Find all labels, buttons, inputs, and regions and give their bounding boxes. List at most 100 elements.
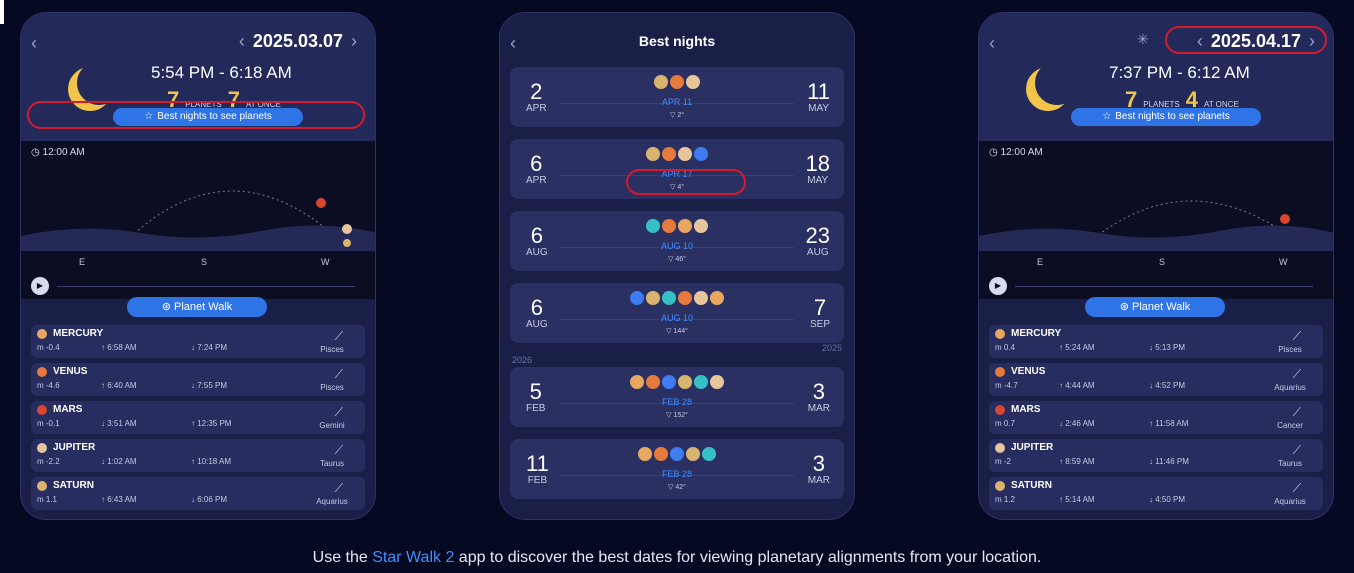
planet-icon	[694, 290, 708, 305]
compass-south: S	[1159, 257, 1166, 267]
planet-icon	[678, 146, 692, 161]
end-month: MAR	[807, 403, 830, 414]
planet-magnitude: m -4.6	[37, 381, 60, 390]
star-walk-link[interactable]: Star Walk 2	[372, 549, 454, 566]
best-night-card[interactable]: 11 FEB FEB 28 ▽ 42° 3 MAR	[510, 439, 844, 499]
planet-icon	[37, 367, 47, 377]
planet-row-venus[interactable]: VENUS m -4.7 ↑ 4:44 AM ↓ 4:52 PM ⟋ Aquarius	[989, 363, 1323, 396]
planet-icon	[710, 374, 724, 389]
planet-list: MERCURY m 0.4 ↑ 5:24 AM ↓ 5:13 PM ⟋ Pisces VEN…	[989, 325, 1323, 515]
planet-constellation: Aquarius	[316, 497, 348, 506]
constellation-icon: ⟋	[1292, 329, 1301, 343]
planet-row-saturn[interactable]: SATURN m 1.2 ↑ 5:14 AM ↓ 4:50 PM ⟋ Aquarius	[989, 477, 1323, 510]
planet-row-mars[interactable]: MARS m 0.7 ↓ 2:46 AM ↑ 11:58 AM ⟋ Cancer	[989, 401, 1323, 434]
planet-name: MARS	[53, 404, 83, 415]
slider-track[interactable]	[57, 286, 355, 287]
planet-row-venus[interactable]: VENUS m -4.6 ↑ 6:40 AM ↓ 7:55 PM ⟋ Pisces	[31, 363, 365, 396]
saturn-dot[interactable]	[343, 239, 351, 247]
planet-row-saturn[interactable]: SATURN m 1.1 ↑ 6:43 AM ↓ 6:06 PM ⟋ Aquarius	[31, 477, 365, 510]
planet-rise-time: ↑ 6:43 AM	[101, 495, 137, 504]
planet-set-time: ↓ 11:46 PM	[1149, 457, 1189, 466]
planet-icon	[710, 290, 724, 305]
time-slider[interactable]: ▶	[979, 273, 1333, 299]
peak-date: AUG 10	[660, 241, 693, 251]
planet-walk-button[interactable]: ⊛ Planet Walk	[1085, 297, 1225, 317]
highlight-box	[1165, 26, 1327, 54]
alignment-angle: ▽ 152°	[666, 412, 688, 419]
best-night-card[interactable]: 6 AUG AUG 10 ▽ 46° 23 AUG	[510, 211, 844, 271]
slider-track[interactable]	[1015, 286, 1313, 287]
compass-east: E	[79, 257, 86, 267]
planet-icon	[995, 367, 1005, 377]
mars-dot[interactable]	[316, 198, 326, 208]
highlight-box	[27, 101, 365, 129]
constellation-icon: ⟋	[334, 443, 343, 457]
constellation-icon[interactable]: ✳	[1137, 31, 1149, 48]
sky-arc	[21, 190, 375, 251]
planet-icon	[662, 218, 676, 233]
best-night-card[interactable]: 6 AUG AUG 10 ▽ 144° 7 SEP	[510, 283, 844, 343]
alignment-angle: ▽ 46°	[668, 256, 686, 263]
planet-icon	[686, 446, 700, 461]
planet-walk-button[interactable]: ⊛ Planet Walk	[127, 297, 267, 317]
constellation-icon: ⟋	[1292, 367, 1301, 381]
alignment-angle: ▽ 2°	[669, 112, 685, 119]
year-label-2025: 2025	[821, 343, 842, 353]
planet-magnitude: m 0.4	[995, 343, 1016, 352]
time-slider[interactable]: ▶	[21, 273, 375, 299]
planet-icon	[995, 405, 1005, 415]
sky-view[interactable]: ◷ 12:00 AM	[979, 141, 1333, 251]
planet-rise-time: ↓ 1:02 AM	[101, 457, 137, 466]
planet-rise-time: ↑ 5:24 AM	[1059, 343, 1095, 352]
compass-east: E	[1037, 257, 1044, 267]
planet-icon	[638, 446, 652, 461]
mars-dot[interactable]	[1280, 214, 1290, 224]
planet-set-time: ↓ 5:13 PM	[1149, 343, 1186, 352]
compass-west: W	[1279, 257, 1288, 267]
back-icon[interactable]: ‹	[989, 33, 995, 54]
play-icon[interactable]: ▶	[31, 277, 49, 295]
screen-title: Best nights	[638, 33, 716, 49]
walk-icon: ⊛	[1119, 301, 1129, 313]
date-selector[interactable]: ‹ 2025.03.07 ›	[239, 31, 357, 52]
planet-name: JUPITER	[1011, 442, 1054, 453]
planet-icon	[995, 443, 1005, 453]
planet-row-mercury[interactable]: MERCURY m 0.4 ↑ 5:24 AM ↓ 5:13 PM ⟋ Pisces	[989, 325, 1323, 358]
corner-marker	[0, 0, 4, 24]
planet-row-jupiter[interactable]: JUPITER m -2.2 ↓ 1:02 AM ↑ 10:18 AM ⟋ Taurus	[31, 439, 365, 472]
back-icon[interactable]: ‹	[31, 33, 37, 54]
best-night-card[interactable]: 2 APR APR 11 ▽ 2° 11 MAY	[510, 67, 844, 127]
planet-magnitude: m 1.2	[995, 495, 1016, 504]
planet-icon	[686, 74, 700, 89]
end-month: MAY	[808, 103, 830, 114]
planet-icon	[694, 218, 708, 233]
planet-icons	[510, 445, 844, 463]
planet-row-mars[interactable]: MARS m -0.1 ↓ 3:51 AM ↑ 12:35 PM ⟋ Gemini	[31, 401, 365, 434]
planet-icon	[662, 146, 676, 161]
planet-constellation: Aquarius	[1274, 497, 1306, 506]
prev-date-icon[interactable]: ‹	[239, 31, 245, 52]
best-night-card[interactable]: 5 FEB FEB 28 ▽ 152° 3 MAR	[510, 367, 844, 427]
next-date-icon[interactable]: ›	[351, 31, 357, 52]
planet-name: MARS	[1011, 404, 1041, 415]
play-icon[interactable]: ▶	[989, 277, 1007, 295]
best-nights-button[interactable]: ☆ Best nights to see planets	[1071, 108, 1261, 126]
sky-view[interactable]: ◷ 12:00 AM	[21, 141, 375, 251]
planet-icon	[678, 218, 692, 233]
jupiter-dot[interactable]	[342, 224, 352, 234]
end-day: 3	[812, 379, 825, 404]
planet-row-mercury[interactable]: MERCURY m -0.4 ↑ 6:58 AM ↓ 7:24 PM ⟋ Pisces	[31, 325, 365, 358]
planet-icon	[995, 481, 1005, 491]
planet-magnitude: m -0.1	[37, 419, 60, 428]
planet-row-jupiter[interactable]: JUPITER m -2 ↑ 8:59 AM ↓ 11:46 PM ⟋ Taurus	[989, 439, 1323, 472]
best-night-card[interactable]: 6 APR APR 17 ▽ 4° 18 MAY	[510, 139, 844, 199]
planet-icon	[646, 290, 660, 305]
planet-magnitude: m -2	[995, 457, 1011, 466]
planet-icon	[646, 146, 660, 161]
planet-icons	[510, 373, 844, 391]
night-time-range: 5:54 PM - 6:18 AM	[151, 63, 292, 82]
planet-icon	[37, 481, 47, 491]
planet-icon	[630, 290, 644, 305]
header: ‹ ✳ ‹ 2025.04.17 › 7:37 PM - 6:12 AM 7 P…	[979, 13, 1333, 141]
planet-icon	[702, 446, 716, 461]
